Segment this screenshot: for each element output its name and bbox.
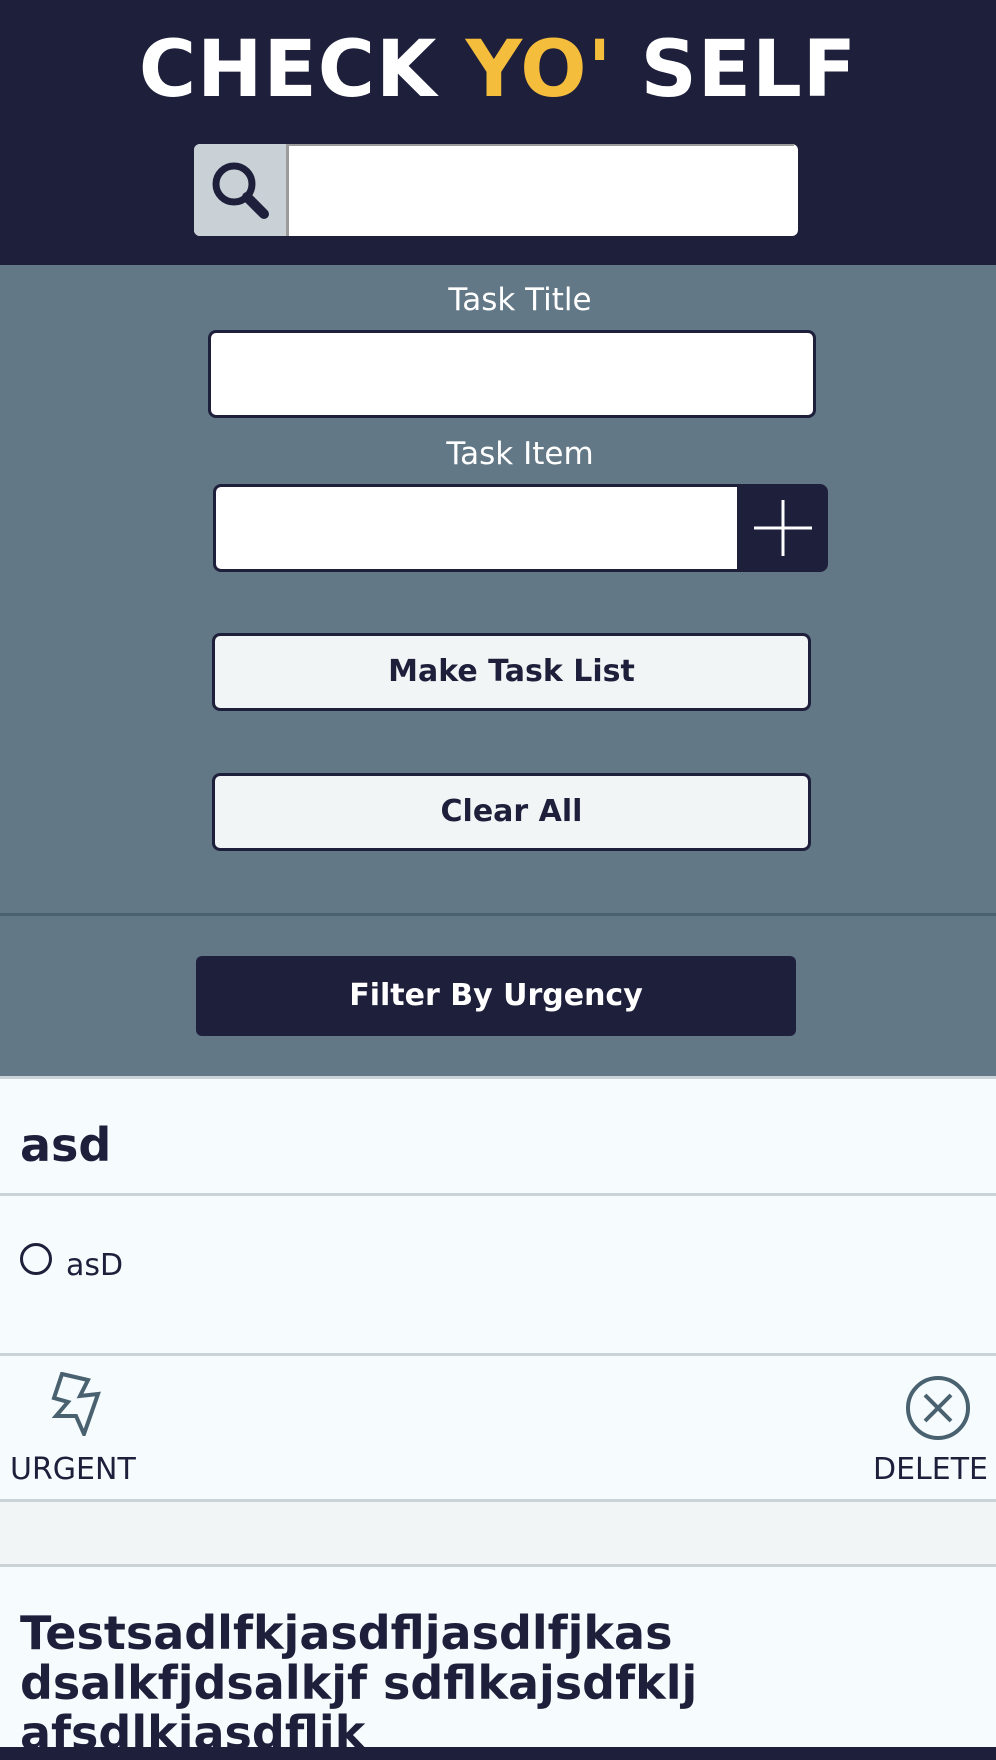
card-gap: [0, 1502, 996, 1564]
task-title-input[interactable]: [208, 330, 816, 418]
title-check: CHECK: [138, 25, 466, 115]
task-item-label: Task Item: [446, 436, 594, 472]
delete-button-label[interactable]: DELETE: [873, 1452, 988, 1487]
add-item-button[interactable]: [737, 484, 828, 572]
close-circle-icon[interactable]: [905, 1375, 971, 1441]
filter-by-urgency-button[interactable]: Filter By Urgency: [196, 956, 796, 1036]
card-divider: [0, 1193, 996, 1196]
card-divider: [0, 1353, 996, 1356]
task-card: [0, 1076, 996, 1503]
task-item-checkbox[interactable]: [20, 1243, 52, 1275]
plus-icon: [754, 500, 812, 556]
urgent-button-label[interactable]: URGENT: [10, 1452, 136, 1487]
lightning-bolt-icon[interactable]: [50, 1372, 102, 1436]
app-title: CHECK YO' SELF: [0, 20, 996, 120]
task-card-title: Testsadlfkjasdfljasdlfjkas dsalkfjdsalkj…: [20, 1606, 698, 1760]
search-icon: [212, 162, 269, 219]
search-button[interactable]: [194, 144, 289, 236]
make-task-list-button[interactable]: Make Task List: [212, 633, 811, 711]
search-input[interactable]: [289, 144, 794, 232]
title-yo: YO': [465, 25, 613, 115]
task-card-title: asd: [20, 1118, 112, 1172]
app-header: CHECK YO' SELF: [0, 0, 996, 265]
clear-all-button[interactable]: Clear All: [212, 773, 811, 851]
task-item-input[interactable]: [213, 484, 741, 572]
task-item-text: asD: [66, 1248, 124, 1283]
search-bar: [194, 144, 798, 236]
title-self: SELF: [612, 25, 858, 115]
task-title-label: Task Title: [448, 282, 592, 318]
